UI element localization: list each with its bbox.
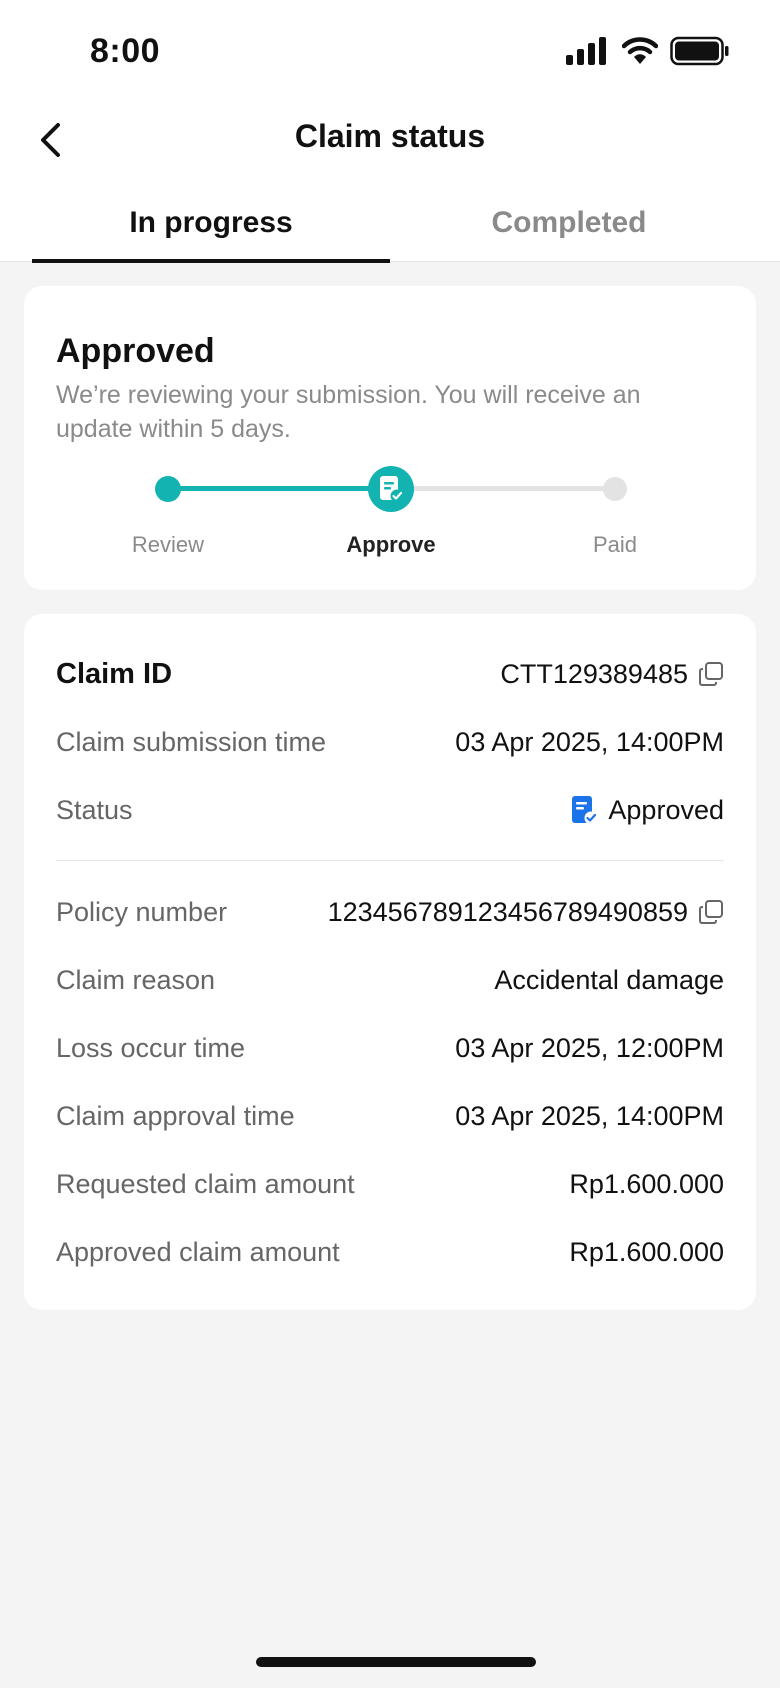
battery-icon	[670, 36, 729, 66]
requested-amount-row: Requested claim amount Rp1.600.000	[56, 1164, 724, 1204]
loss-time-label: Loss occur time	[56, 1032, 246, 1063]
step-approve-label: Approve	[346, 532, 436, 557]
claim-reason-row: Claim reason Accidental damage	[56, 960, 724, 1000]
progress-stepper: Review Approve Paid	[24, 466, 756, 566]
claim-id-value-group: CTT129389485	[500, 659, 724, 690]
status-value-group: Approved	[570, 795, 724, 826]
stepper-track-todo	[412, 486, 604, 491]
step-paid-dot	[603, 477, 627, 501]
home-indicator[interactable]	[256, 1657, 536, 1667]
status-bar: 8:00	[0, 0, 780, 100]
progress-description: We’re reviewing your submission. You wil…	[56, 381, 641, 443]
submission-time-value: 03 Apr 2025, 14:00PM	[455, 726, 724, 757]
tab-in-progress[interactable]: In progress	[32, 178, 390, 263]
copy-icon[interactable]	[698, 899, 724, 925]
claim-id-label: Claim ID	[56, 657, 173, 690]
top-bar: 8:00 Claim status In progress Completed	[0, 0, 780, 263]
status-row: Status Approved	[56, 790, 724, 830]
stepper-track-done	[168, 486, 392, 491]
approval-time-label: Claim approval time	[56, 1100, 295, 1131]
requested-amount-label: Requested claim amount	[56, 1168, 355, 1199]
policy-number-row: Policy number 12345678912345678949085​9	[56, 892, 724, 932]
wifi-icon	[622, 37, 658, 64]
page-title: Claim status	[294, 118, 486, 154]
policy-number-value: 12345678912345678949085​9	[327, 896, 688, 927]
document-check-icon	[380, 476, 404, 503]
loss-time-value: 03 Apr 2025, 12:00PM	[455, 1032, 724, 1063]
submission-time-row: Claim submission time 03 Apr 2025, 14:00…	[56, 722, 724, 762]
copy-icon[interactable]	[698, 661, 724, 687]
section-divider	[56, 860, 724, 861]
status-value: Approved	[608, 794, 724, 825]
nav-bar: Claim status	[0, 100, 780, 178]
document-check-icon	[572, 796, 598, 825]
claim-details-card: Claim ID CTT129389485 Claim submission t…	[24, 614, 756, 1310]
status-icons	[566, 36, 730, 66]
signal-icon	[566, 37, 606, 65]
requested-amount-value: Rp1.600.000	[569, 1168, 724, 1199]
loss-time-row: Loss occur time 03 Apr 2025, 12:00PM	[56, 1028, 724, 1068]
approval-time-row: Claim approval time 03 Apr 2025, 14:00PM	[56, 1096, 724, 1136]
claim-reason-label: Claim reason	[56, 964, 216, 995]
approved-amount-value: Rp1.600.000	[569, 1236, 724, 1267]
claim-reason-value: Accidental damage	[494, 964, 724, 995]
progress-title: Approved	[56, 332, 215, 370]
submission-time-label: Claim submission time	[56, 726, 327, 757]
approved-amount-row: Approved claim amount Rp1.600.000	[56, 1232, 724, 1272]
step-review-label: Review	[131, 532, 205, 557]
claim-progress-card: Approved We’re reviewing your submission…	[24, 286, 756, 590]
step-review-dot	[155, 476, 181, 502]
policy-number-value-group: 12345678912345678949085​9	[328, 897, 724, 928]
tab-bar: In progress Completed	[32, 178, 748, 263]
approval-time-value: 03 Apr 2025, 14:00PM	[455, 1100, 724, 1131]
step-approve-dot	[368, 466, 414, 512]
status-time: 8:00	[90, 32, 161, 70]
step-paid-label: Paid	[592, 532, 638, 557]
claim-id-value: CTT129389485	[500, 658, 688, 689]
claim-id-row: Claim ID CTT129389485	[56, 654, 724, 694]
tab-completed[interactable]: Completed	[390, 178, 748, 262]
status-label: Status	[56, 794, 133, 825]
approved-amount-label: Approved claim amount	[56, 1236, 340, 1267]
policy-number-label: Policy number	[56, 896, 228, 927]
